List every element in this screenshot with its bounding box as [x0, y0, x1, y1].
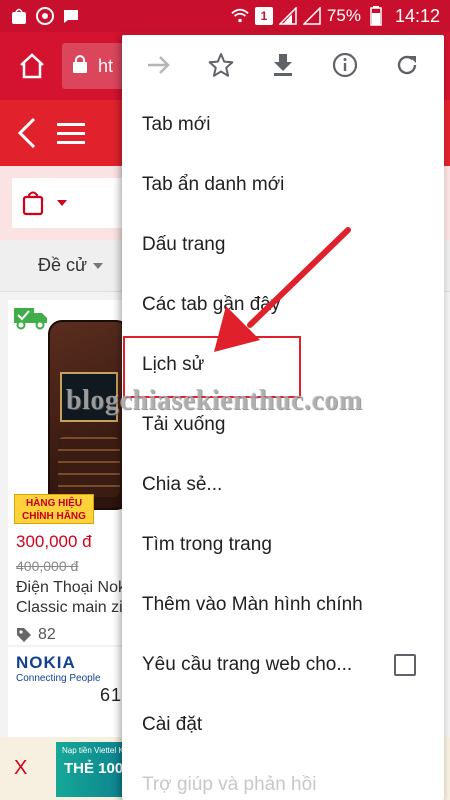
menu-item-new-tab[interactable]: Tab mới	[122, 95, 444, 155]
product-views: 82	[16, 626, 56, 644]
menu-item-help-feedback[interactable]: Trợ giúp và phản hồi	[122, 755, 444, 800]
product-image	[48, 320, 130, 510]
product-price: 300,000 đ	[16, 532, 92, 551]
ad-close-button[interactable]: X	[14, 757, 27, 780]
shopping-bag-icon	[22, 191, 44, 216]
phone-keypad	[58, 437, 120, 497]
menu-item-downloads[interactable]: Tải xuống	[122, 395, 444, 455]
wifi-icon	[231, 7, 249, 25]
ad-banner[interactable]: Nạp tiền Viettel K THẺ 100K	[56, 742, 134, 797]
menu-item-add-to-home-screen[interactable]: Thêm vào Màn hình chính	[122, 575, 444, 635]
battery-icon	[367, 6, 385, 26]
chevron-left-icon	[17, 117, 36, 149]
caret-down-icon	[93, 262, 104, 269]
clock: 14:12	[394, 5, 440, 26]
download-button[interactable]	[261, 43, 305, 87]
menu-item-history[interactable]: Lịch sử	[122, 335, 444, 395]
shopee-icon	[10, 7, 28, 25]
info-icon	[332, 52, 358, 78]
lock-icon	[72, 54, 88, 79]
menu-button[interactable]	[56, 115, 86, 151]
reload-button[interactable]	[385, 43, 429, 87]
refresh-icon	[397, 55, 417, 75]
back-button[interactable]	[12, 115, 42, 151]
menu-item-settings[interactable]: Cài đặt	[122, 695, 444, 755]
bookmark-button[interactable]	[199, 43, 243, 87]
no-signal-icon	[302, 7, 321, 25]
forward-arrow-icon	[148, 56, 170, 74]
forward-button[interactable]	[137, 43, 181, 87]
menu-item-recent-tabs[interactable]: Các tab gần đây	[122, 275, 444, 335]
home-icon	[20, 53, 44, 79]
message-icon	[62, 7, 80, 25]
menu-action-bar	[122, 35, 444, 95]
menu-item-request-desktop-site[interactable]: Yêu cầu trang web cho...	[122, 635, 444, 695]
status-bar: 1 75% 14:12	[0, 0, 450, 32]
delivery-truck-icon	[14, 308, 47, 330]
menu-item-share[interactable]: Chia sẻ...	[122, 455, 444, 515]
authentic-badge: HÀNG HIỆU CHÍNH HÃNG	[14, 494, 94, 524]
nokia-logo: NOKIA	[16, 653, 76, 672]
product-card[interactable]: HÀNG HIỆU CHÍNH HÃNG 300,000 đ 400,000 đ…	[8, 300, 138, 645]
menu-item-bookmarks[interactable]: Dấu trang	[122, 215, 444, 275]
cart-selector[interactable]	[12, 178, 132, 228]
home-button[interactable]	[10, 44, 54, 88]
battery-percent: 75%	[326, 6, 361, 25]
menu-item-new-incognito-tab[interactable]: Tab ẩn danh mới	[122, 155, 444, 215]
product-old-price: 400,000 đ	[16, 558, 79, 574]
url-text: ht	[98, 55, 114, 76]
page-info-button[interactable]	[323, 43, 367, 87]
hamburger-icon	[57, 123, 85, 144]
menu-item-find-in-page[interactable]: Tìm trong trang	[122, 515, 444, 575]
chrome-icon	[36, 7, 54, 25]
download-icon	[274, 54, 292, 76]
sort-label[interactable]: Đề cử	[38, 255, 87, 276]
tag-icon	[17, 628, 31, 642]
caret-down-icon	[57, 200, 67, 206]
nokia-tagline: Connecting People	[16, 673, 101, 684]
product-card[interactable]: NOKIA Connecting People 610	[8, 647, 138, 737]
desktop-site-checkbox[interactable]	[394, 654, 416, 676]
phone-screen	[60, 372, 118, 422]
signal-icon	[278, 7, 297, 25]
browser-overflow-menu: Tab mới Tab ẩn danh mới Dấu trang Các ta…	[122, 35, 444, 800]
star-icon	[208, 53, 234, 77]
sim-badge: 1	[254, 7, 273, 25]
